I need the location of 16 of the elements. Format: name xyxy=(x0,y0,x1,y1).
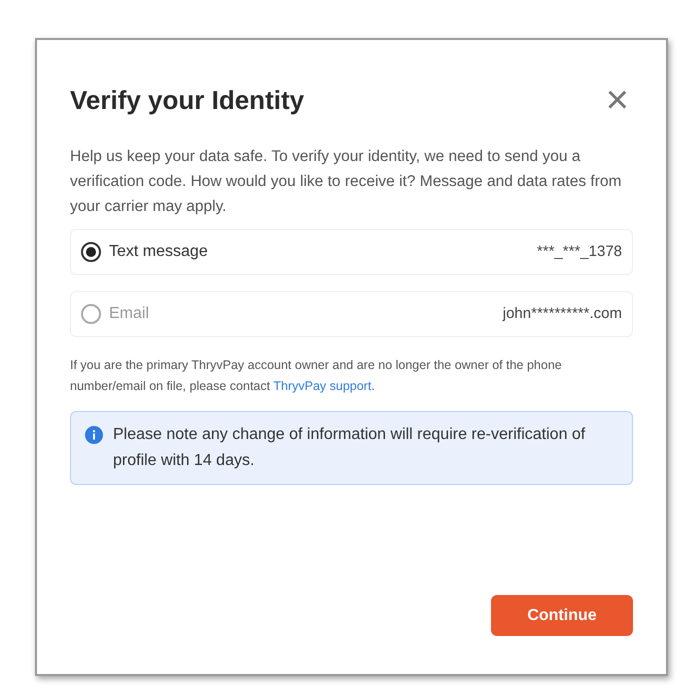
continue-button[interactable]: Continue xyxy=(491,595,633,636)
info-icon xyxy=(85,426,103,444)
option-label: Email xyxy=(109,304,150,324)
dialog-title: Verify your Identity xyxy=(70,84,304,116)
support-note: If you are the primary ThryvPay account owner and are no longer the owner of the phone number/email on file, please contact ThryvPay support. xyxy=(70,357,563,395)
option-value: john**********.com xyxy=(502,304,622,324)
option-value: ***_***_1378 xyxy=(536,242,622,262)
close-button[interactable]: × xyxy=(602,80,633,120)
radio-button[interactable] xyxy=(81,242,101,262)
option-label: Text message xyxy=(109,242,208,262)
info-text: Please note any change of information will require re-verification of profile with 14 days. xyxy=(113,425,586,471)
radio-button[interactable] xyxy=(81,304,101,324)
option-row[interactable]: Text message ***_***_1378 xyxy=(70,229,633,275)
support-link[interactable]: ThryvPay support xyxy=(273,379,372,393)
option-row[interactable]: Email john**********.com xyxy=(70,291,633,337)
intro-text: Help us keep your data safe. To verify your identity, we need to send you a verification code. How would you like to receive it? Message and data rates from your carrier may apply. xyxy=(70,147,622,217)
